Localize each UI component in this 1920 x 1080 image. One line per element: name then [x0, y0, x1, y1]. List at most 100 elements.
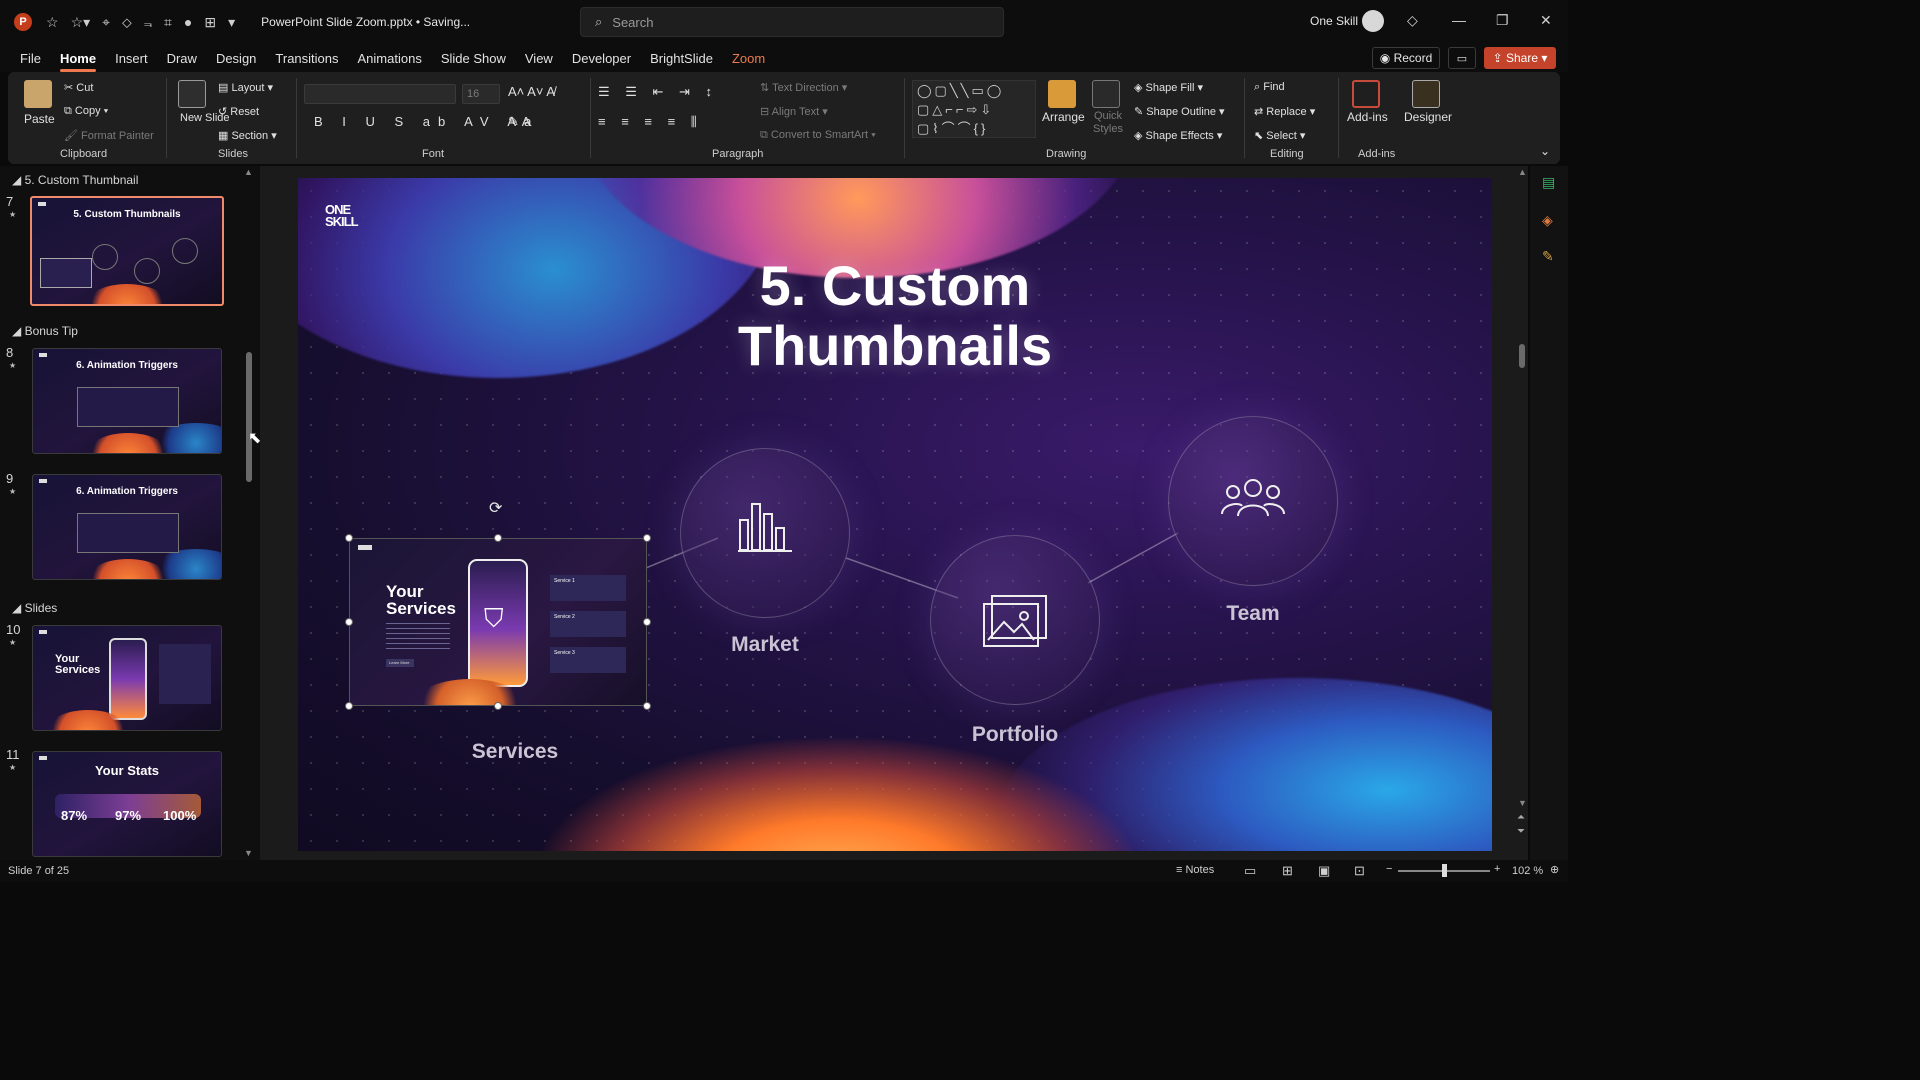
- font-style-buttons[interactable]: B I U S ab AV Aa: [314, 114, 539, 129]
- shape-effects-button[interactable]: ◈ Shape Effects ▾: [1134, 129, 1222, 142]
- layout-button[interactable]: ▤ Layout ▾: [218, 81, 273, 94]
- paste-button[interactable]: Paste: [24, 112, 55, 126]
- services-zoom-thumbnail[interactable]: Your Services Learn More ⛉ Service 1 Ser…: [349, 538, 647, 706]
- color-icon[interactable]: ●: [184, 14, 192, 30]
- section-header[interactable]: ◢ Bonus Tip: [12, 324, 78, 338]
- canvas-scroll-up-icon[interactable]: ▲: [1518, 167, 1527, 177]
- tab-developer[interactable]: Developer: [572, 51, 631, 66]
- tab-insert[interactable]: Insert: [115, 51, 148, 66]
- arrange-button[interactable]: Arrange: [1042, 110, 1085, 124]
- tab-brightslide[interactable]: BrightSlide: [650, 51, 713, 66]
- slide-thumbnail-8[interactable]: 6. Animation Triggers: [32, 348, 222, 454]
- alignment-icons[interactable]: ≡ ≡ ≡ ≡ ⫼: [598, 114, 703, 130]
- comments-icon[interactable]: ▭: [1448, 47, 1476, 69]
- quick-styles-icon[interactable]: [1092, 80, 1120, 108]
- resize-handle[interactable]: [494, 534, 502, 542]
- grow-font-icon[interactable]: A˄ A˅ A̸: [508, 84, 555, 99]
- resize-handle[interactable]: [643, 618, 651, 626]
- slideshow-icon[interactable]: ⊡: [1354, 863, 1365, 879]
- slide-thumbnail-9[interactable]: 6. Animation Triggers: [32, 474, 222, 580]
- zoom-level[interactable]: 102 %: [1512, 865, 1543, 877]
- highlight-font-color-icon[interactable]: ✎ A: [508, 114, 530, 130]
- record-button[interactable]: ◉ Record: [1372, 47, 1440, 69]
- quick-styles-button[interactable]: Quick Styles: [1092, 110, 1124, 136]
- reading-view-icon[interactable]: ▣: [1318, 863, 1330, 879]
- section-header[interactable]: ◢ 5. Custom Thumbnail: [12, 173, 138, 187]
- tab-slide-show[interactable]: Slide Show: [441, 51, 506, 66]
- slide-thumbnail-11[interactable]: Your Stats 87% 97% 100%: [32, 751, 222, 857]
- addins-icon[interactable]: [1352, 80, 1380, 108]
- section-header[interactable]: ◢ Slides: [12, 601, 57, 615]
- tab-transitions[interactable]: Transitions: [275, 51, 338, 66]
- replace-button[interactable]: ⇄ Replace ▾: [1254, 105, 1315, 118]
- normal-view-icon[interactable]: ▭: [1244, 863, 1256, 879]
- avatar[interactable]: [1362, 10, 1384, 32]
- font-size-dropdown[interactable]: 16: [462, 84, 500, 104]
- scroll-down-icon[interactable]: ▼: [244, 848, 253, 858]
- minimize-icon[interactable]: —: [1452, 12, 1466, 28]
- tab-file[interactable]: File: [20, 51, 41, 66]
- resize-handle[interactable]: [345, 702, 353, 710]
- scroll-up-icon[interactable]: ▲: [244, 167, 253, 177]
- zoom-in-icon[interactable]: +: [1494, 863, 1500, 875]
- tab-animations[interactable]: Animations: [358, 51, 422, 66]
- resize-handle[interactable]: [345, 618, 353, 626]
- shape-format-icon[interactable]: ◈: [1542, 212, 1553, 229]
- canvas-scrollbar[interactable]: [1519, 344, 1525, 368]
- copy-button[interactable]: ⧉ Copy ▾: [64, 105, 108, 118]
- section-button[interactable]: ▦ Section ▾: [218, 129, 277, 142]
- text-direction-button[interactable]: ⇅ Text Direction ▾: [760, 81, 847, 94]
- cut-button[interactable]: ✂ Cut: [64, 81, 93, 94]
- customize-icon[interactable]: ⌖: [102, 14, 110, 31]
- shape-fill-button[interactable]: ◈ Shape Fill ▾: [1134, 81, 1203, 94]
- distribute-icon[interactable]: ⊞: [204, 14, 216, 31]
- align-icon[interactable]: ⫬: [144, 14, 152, 31]
- autosave-icon[interactable]: ☆: [46, 14, 59, 31]
- designer-button[interactable]: Designer: [1404, 110, 1452, 124]
- premium-icon[interactable]: ◇: [1407, 12, 1418, 29]
- brush-icon[interactable]: ✎: [1542, 248, 1554, 265]
- arrange-icon[interactable]: [1048, 80, 1076, 108]
- slide-sorter-icon[interactable]: ⊞: [1282, 863, 1293, 879]
- thumbnail-scrollbar[interactable]: [246, 352, 252, 482]
- designer-pane-icon[interactable]: ▤: [1542, 174, 1555, 191]
- find-button[interactable]: ⌕ Find: [1254, 81, 1285, 94]
- paste-icon[interactable]: [24, 80, 52, 108]
- reset-button[interactable]: ↺ Reset: [218, 105, 259, 118]
- font-family-dropdown[interactable]: [304, 84, 456, 104]
- slide-thumbnail-10[interactable]: Your Services: [32, 625, 222, 731]
- designer-icon[interactable]: [1412, 80, 1440, 108]
- shape-outline-button[interactable]: ✎ Shape Outline ▾: [1134, 105, 1225, 118]
- favorite-icon[interactable]: ☆▾: [71, 14, 91, 31]
- share-button[interactable]: ⇪ Share ▾: [1484, 47, 1556, 69]
- resize-handle[interactable]: [345, 534, 353, 542]
- addins-button[interactable]: Add-ins: [1347, 110, 1388, 124]
- zoom-slider-thumb[interactable]: [1442, 864, 1447, 877]
- rotate-handle-icon[interactable]: ⟳: [489, 498, 502, 518]
- convert-smartart-button[interactable]: ⧉ Convert to SmartArt ▾: [760, 129, 876, 142]
- fit-slide-icon[interactable]: ⊕: [1550, 863, 1559, 876]
- canvas-scroll-down-icon[interactable]: ▼: [1518, 798, 1527, 808]
- resize-handle[interactable]: [494, 702, 502, 710]
- zoom-out-icon[interactable]: −: [1386, 863, 1392, 875]
- previous-slide-icon[interactable]: ⏶: [1517, 812, 1525, 823]
- align-text-button[interactable]: ⊟ Align Text ▾: [760, 105, 828, 118]
- notes-button[interactable]: ≡ Notes: [1176, 864, 1214, 876]
- close-icon[interactable]: ✕: [1540, 12, 1552, 29]
- slide-thumbnail-7[interactable]: 5. Custom Thumbnails: [30, 196, 224, 306]
- tab-zoom[interactable]: Zoom: [732, 51, 765, 66]
- restore-icon[interactable]: ❐: [1496, 12, 1509, 29]
- tab-draw[interactable]: Draw: [167, 51, 197, 66]
- search-box[interactable]: ⌕ Search: [580, 7, 1004, 37]
- next-slide-icon[interactable]: ⏷: [1517, 826, 1525, 837]
- tab-design[interactable]: Design: [216, 51, 256, 66]
- tab-home[interactable]: Home: [59, 51, 97, 72]
- quick-access-more-icon[interactable]: ▾: [228, 14, 235, 31]
- collapse-ribbon-icon[interactable]: ⌄: [1540, 144, 1550, 158]
- resize-handle[interactable]: [643, 702, 651, 710]
- tab-view[interactable]: View: [525, 51, 553, 66]
- select-button[interactable]: ⬉ Select ▾: [1254, 129, 1305, 142]
- list-indent-icons[interactable]: ☰ ☰ ⇤ ⇥ ↕: [598, 84, 718, 100]
- shapes-gallery[interactable]: ◯▢╲╲▭◯ ▢△⌐⌐⇨⇩ ▢⌇⌒⌒{}: [912, 80, 1036, 138]
- new-slide-icon[interactable]: [178, 80, 206, 108]
